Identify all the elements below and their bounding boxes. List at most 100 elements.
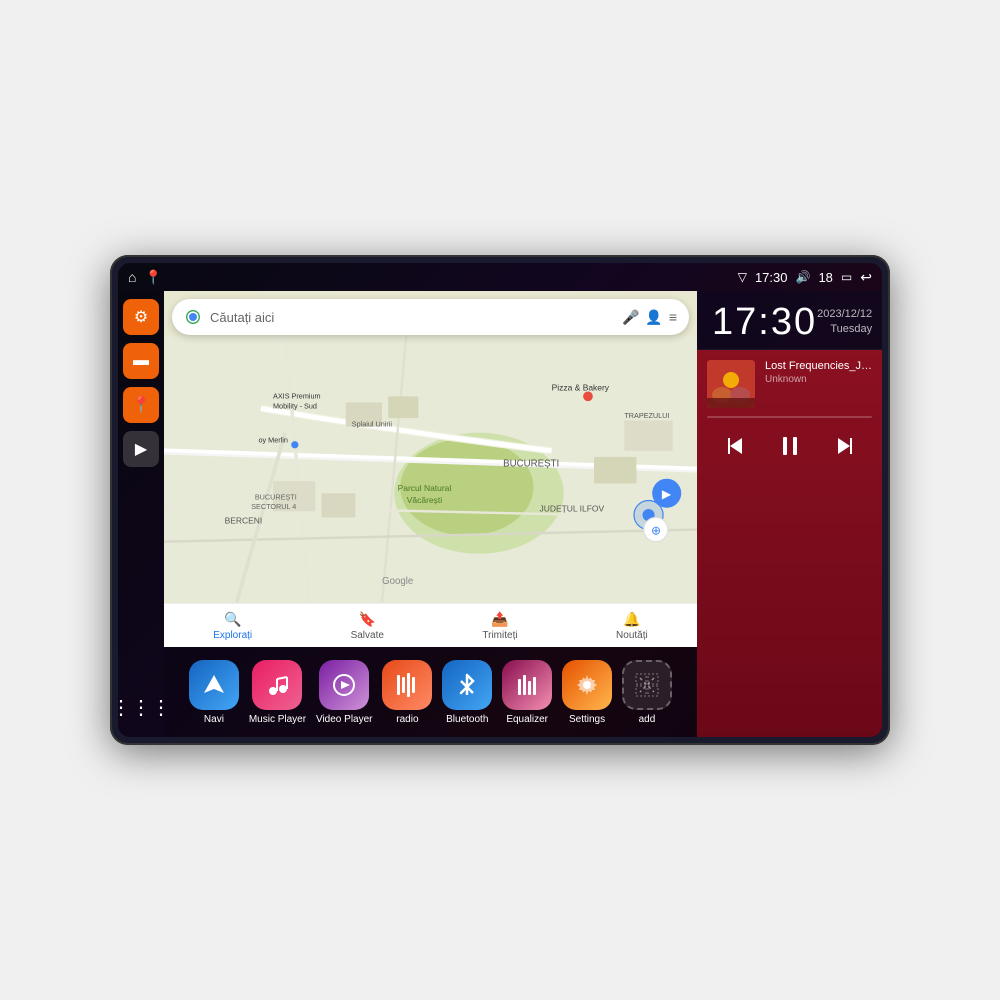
svg-text:Mobility - Sud: Mobility - Sud [273,401,317,410]
app-settings[interactable]: Settings [562,660,612,725]
app-bluetooth[interactable]: Bluetooth [442,660,492,725]
clock-date-value: 2023/12/12 [817,307,872,322]
map-pin-icon: 📍 [131,395,151,415]
map-search-bar[interactable]: Căutați aici 🎤 👤 ≡ [172,299,689,335]
svg-text:BUCUREȘTI: BUCUREȘTI [503,459,559,470]
clock-date: 2023/12/12 Tuesday [817,307,872,338]
speaker-icon: 🔊 [796,270,811,284]
app-equalizer[interactable]: Equalizer [502,660,552,725]
explore-label: Explorați [213,630,252,641]
next-track-btn[interactable] [827,428,863,464]
music-artist: Unknown [765,374,872,385]
volume-level: 18 [818,270,832,285]
radio-icon [382,660,432,710]
svg-text:Splaiul Unirii: Splaiul Unirii [352,420,393,429]
svg-text:▶: ▶ [662,487,672,501]
folder-icon: ▬ [133,352,149,370]
home-icon[interactable]: ⌂ [128,269,136,285]
music-info: Lost Frequencies_Janie... Unknown [765,360,872,385]
music-player-label: Music Player [249,714,306,725]
app-music-player[interactable]: Music Player [249,660,306,725]
app-radio[interactable]: radio [382,660,432,725]
svg-text:BERCENI: BERCENI [225,516,263,526]
music-player-icon [252,660,302,710]
location-icon[interactable]: 📍 [144,269,161,286]
music-album-row: Lost Frequencies_Janie... Unknown [707,360,872,408]
navi-icon [189,660,239,710]
navi-label: Navi [204,714,224,725]
status-bar: ⌂ 📍 ▽ 17:30 🔊 18 ▭ ↩ [118,263,882,291]
status-left-icons: ⌂ 📍 [128,269,162,286]
search-right-icons: 🎤 👤 ≡ [622,309,677,326]
saved-label: Salvate [351,630,384,641]
radio-label: radio [396,714,418,725]
app-add[interactable]: add [622,660,672,725]
sidebar-nav-btn[interactable]: ▶ [123,431,159,467]
svg-text:Pizza & Bakery: Pizza & Bakery [552,382,610,392]
menu-icon[interactable]: ≡ [669,309,677,326]
add-icon [622,660,672,710]
equalizer-label: Equalizer [506,714,548,725]
map-nav-news[interactable]: 🔔 Noutăți [616,611,648,641]
music-title: Lost Frequencies_Janie... [765,360,872,372]
sidebar: ⚙ ▬ 📍 ▶ ⋮⋮⋮ [118,291,164,737]
music-widget: Lost Frequencies_Janie... Unknown [697,350,882,737]
bluetooth-icon [442,660,492,710]
map-nav-saved[interactable]: 🔖 Salvate [351,611,384,641]
prev-track-btn[interactable] [717,428,753,464]
album-art [707,360,755,408]
svg-text:⊕: ⊕ [651,523,661,537]
map-bottom-nav: 🔍 Explorați 🔖 Salvate 📤 Trimiteți � [164,603,697,647]
sidebar-grid-btn[interactable]: ⋮⋮⋮ [123,689,159,725]
sidebar-files-btn[interactable]: ▬ [123,343,159,379]
svg-text:Văcărești: Văcărești [407,495,442,505]
svg-text:oy Merlin: oy Merlin [258,435,287,444]
svg-text:Google: Google [382,576,413,587]
news-icon: 🔔 [623,611,640,628]
settings-label: Settings [569,714,605,725]
battery-icon: ▭ [841,270,852,284]
svg-text:JUDEȚUL ILFOV: JUDEȚUL ILFOV [540,503,605,513]
main-content: ⚙ ▬ 📍 ▶ ⋮⋮⋮ [118,291,882,737]
bluetooth-label: Bluetooth [446,714,488,725]
svg-text:Parcul Natural: Parcul Natural [398,483,452,493]
pause-btn[interactable] [772,428,808,464]
equalizer-icon [502,660,552,710]
google-maps-logo [184,308,202,326]
map-nav-explore[interactable]: 🔍 Explorați [213,611,252,641]
svg-text:TRAPEZULUI: TRAPEZULUI [624,411,669,420]
app-dock: Navi Music Player [164,647,697,737]
svg-text:AXIS Premium: AXIS Premium [273,392,321,401]
news-label: Noutăți [616,630,648,641]
time-display: 17:30 [755,270,788,285]
map-nav-share[interactable]: 📤 Trimiteți [482,611,517,641]
device-frame: ⌂ 📍 ▽ 17:30 🔊 18 ▭ ↩ ⚙ ▬ [110,255,890,745]
clock-widget: 17:30 2023/12/12 Tuesday [697,291,882,350]
video-player-icon [319,660,369,710]
music-progress-bar[interactable] [707,416,872,418]
right-panel: 17:30 2023/12/12 Tuesday [697,291,882,737]
sidebar-settings-btn[interactable]: ⚙ [123,299,159,335]
add-label: add [639,714,656,725]
music-controls [707,428,872,464]
gear-icon: ⚙ [134,307,148,327]
album-art-graphic [707,360,755,408]
clock-day-value: Tuesday [817,322,872,337]
search-input[interactable]: Căutați aici [210,310,614,325]
app-navi[interactable]: Navi [189,660,239,725]
clock-time: 17:30 [712,303,817,341]
explore-icon: 🔍 [224,611,241,628]
sidebar-map-btn[interactable]: 📍 [123,387,159,423]
account-icon[interactable]: 👤 [645,309,662,326]
share-icon: 📤 [491,611,508,628]
saved-icon: 🔖 [359,611,376,628]
map-area[interactable]: BUCUREȘTI JUDEȚUL ILFOV BERCENI BUCUREȘT… [164,291,697,647]
mic-icon[interactable]: 🎤 [622,309,639,326]
status-right-area: ▽ 17:30 🔊 18 ▭ ↩ [738,269,872,286]
wifi-icon: ▽ [738,270,747,284]
svg-text:SECTORUL 4: SECTORUL 4 [251,502,296,511]
device-screen: ⌂ 📍 ▽ 17:30 🔊 18 ▭ ↩ ⚙ ▬ [118,263,882,737]
share-label: Trimiteți [482,630,517,641]
app-video-player[interactable]: Video Player [316,660,373,725]
back-icon[interactable]: ↩ [860,269,872,286]
